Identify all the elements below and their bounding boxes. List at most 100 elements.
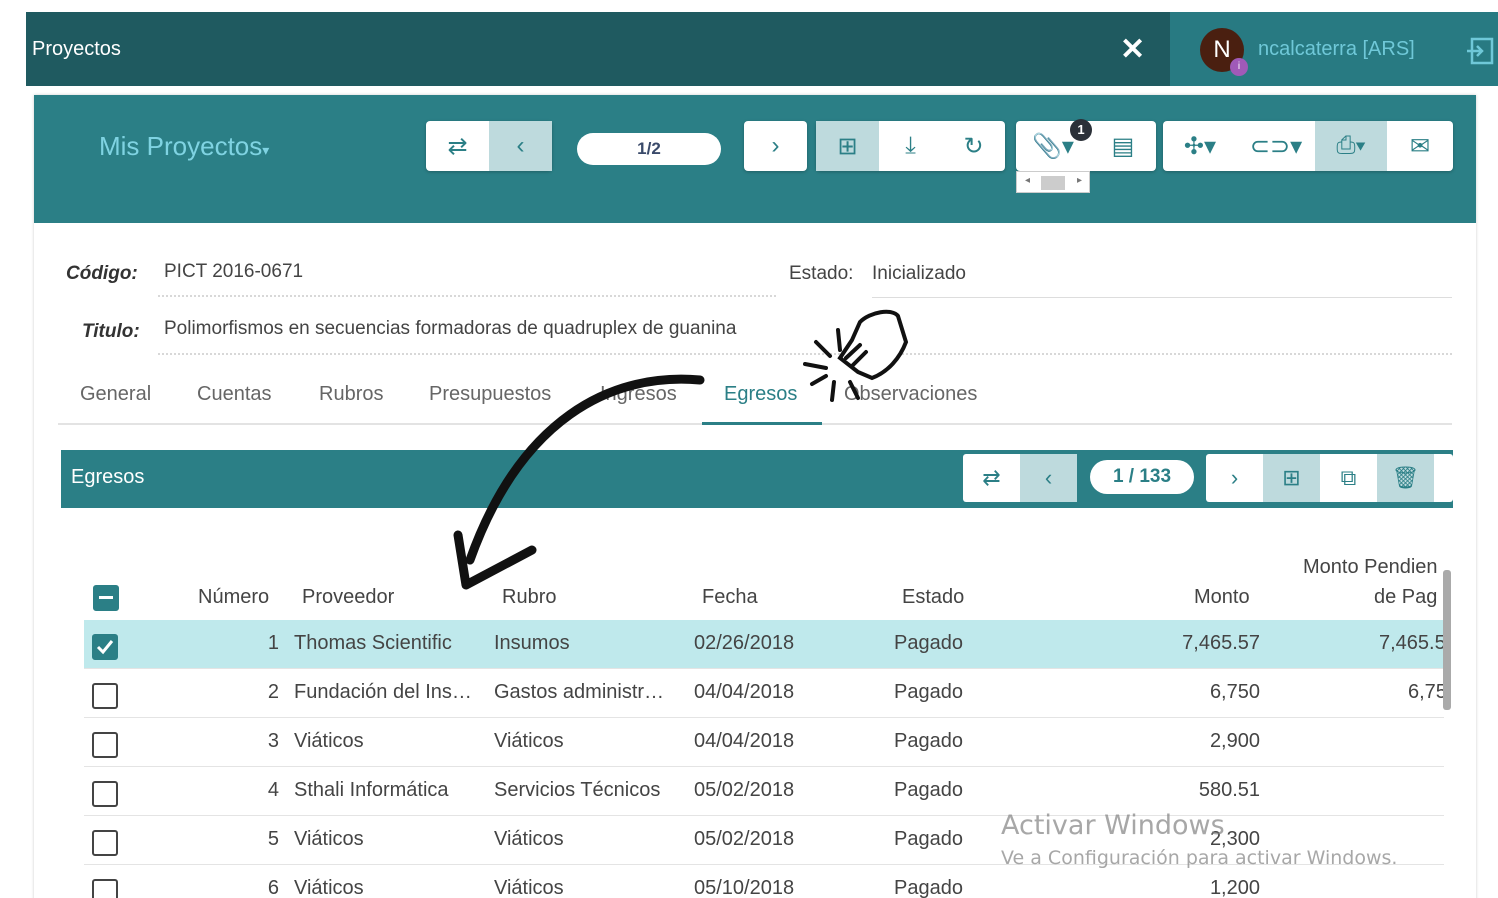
swap-icon[interactable]: ⇄ (963, 454, 1020, 502)
cell-rubro: Insumos (494, 632, 570, 654)
tab-egresos[interactable]: Egresos (724, 383, 797, 406)
mail-icon[interactable]: ✉ (1387, 121, 1453, 171)
table-row[interactable]: 4 Sthali Informática Servicios Técnicos … (84, 767, 1444, 816)
refresh-icon[interactable]: ↻ (942, 121, 1005, 171)
col-proveedor[interactable]: Proveedor (302, 586, 394, 609)
chevron-right-icon[interactable]: › (744, 121, 807, 171)
next-group: › (744, 121, 807, 171)
more-icon[interactable] (1434, 454, 1453, 502)
chevron-right-icon[interactable]: › (1206, 454, 1263, 502)
egresos-header: Egresos ⇄ ‹ 1 / 133 › ⊞ ⧉ 🗑 (61, 450, 1453, 508)
logout-icon[interactable] (1466, 36, 1496, 66)
col-monto-pendiente[interactable]: Monto Pendien (1303, 556, 1443, 579)
cell-monto: 1,200 (1209, 877, 1260, 898)
title-underline (158, 353, 1452, 355)
record-pager[interactable]: 1/2 (577, 133, 721, 165)
egresos-pager[interactable]: 1 / 133 (1090, 460, 1194, 494)
table-row[interactable]: 6 Viáticos Viáticos 05/10/2018 Pagado 1,… (84, 865, 1444, 898)
cell-monto: 580.51 (1198, 779, 1260, 801)
trash-icon[interactable]: 🗑 (1377, 454, 1434, 502)
app-title: Proyectos (32, 38, 121, 60)
cell-numero: 4 (267, 779, 279, 801)
cell-numero: 6 (267, 877, 279, 898)
cell-numero: 2 (267, 681, 279, 703)
table-scrollbar[interactable] (1443, 570, 1451, 710)
download-icon[interactable]: ⤓ (879, 121, 942, 171)
print-icon[interactable]: ⎙▾ (1315, 121, 1387, 171)
check-icon (96, 640, 114, 655)
swap-icon[interactable]: ⇄ (426, 121, 489, 171)
my-projects-label: Mis Proyectos (99, 131, 263, 161)
col-estado[interactable]: Estado (902, 586, 964, 609)
row-checkbox[interactable] (92, 732, 118, 758)
cell-numero: 1 (267, 632, 279, 654)
tab-rubros[interactable]: Rubros (319, 383, 383, 406)
code-underline (158, 295, 776, 297)
project-card: Mis Proyectos▾ ⇄ ‹ 1/2 › ⊞ ⤓ ↻ 📎▾ ▤ 1 ◂ … (34, 95, 1476, 898)
tab-ingresos[interactable]: Ingresos (600, 383, 677, 406)
cell-proveedor: Viáticos (294, 877, 364, 898)
col-monto[interactable]: Monto (1194, 586, 1250, 609)
row-checkbox[interactable] (92, 683, 118, 709)
table-row[interactable]: 3 Viáticos Viáticos 04/04/2018 Pagado 2,… (84, 718, 1444, 767)
row-checkbox[interactable] (92, 781, 118, 807)
avatar-status-dot: i (1230, 58, 1248, 76)
link-icon[interactable]: ⊂⊃▾ (1237, 121, 1315, 171)
chevron-left-icon[interactable]: ‹ (489, 121, 552, 171)
state-label: Estado: (789, 263, 854, 284)
egresos-actions-group: › ⊞ ⧉ 🗑 (1206, 454, 1453, 502)
cell-rubro: Viáticos (494, 730, 564, 752)
comment-icon[interactable]: ▤ (1090, 121, 1156, 171)
cell-fecha: 05/02/2018 (694, 779, 795, 801)
cell-proveedor: Thomas Scientific (294, 632, 452, 654)
cell-monto: 6,750 (1209, 681, 1260, 703)
add-icon[interactable]: ⊞ (816, 121, 879, 171)
egresos-nav-group: ⇄ ‹ (963, 454, 1077, 502)
col-fecha[interactable]: Fecha (702, 586, 758, 609)
cell-estado: Pagado (894, 730, 963, 752)
fan-icon[interactable]: ✣▾ (1163, 121, 1237, 171)
actions-group: ⊞ ⤓ ↻ (816, 121, 1005, 171)
watermark-title: Activar Windows (1001, 810, 1225, 841)
cell-fecha: 05/02/2018 (694, 828, 795, 850)
add-icon[interactable]: ⊞ (1263, 454, 1320, 502)
cell-fecha: 02/26/2018 (694, 632, 795, 654)
active-tab-indicator (702, 422, 822, 425)
col-monto-pendiente-2[interactable]: de Pag (1374, 586, 1444, 609)
chevron-left-icon[interactable]: ‹ (1020, 454, 1077, 502)
cell-proveedor: Fundación del Ins… (294, 681, 472, 703)
my-projects-dropdown[interactable]: Mis Proyectos▾ (99, 131, 269, 162)
cell-pendiente: 7,465.5 (1379, 632, 1444, 654)
cell-numero: 3 (267, 730, 279, 752)
cell-estado: Pagado (894, 779, 963, 801)
cell-estado: Pagado (894, 632, 963, 654)
cell-rubro: Viáticos (494, 828, 564, 850)
cell-proveedor: Viáticos (294, 828, 364, 850)
cell-numero: 5 (267, 828, 279, 850)
close-icon[interactable]: ✕ (1120, 32, 1145, 67)
tab-observaciones[interactable]: Observaciones (844, 383, 977, 406)
watermark-subtitle: Ve a Configuración para activar Windows. (1001, 847, 1398, 869)
cell-fecha: 04/04/2018 (694, 681, 795, 703)
table-row[interactable]: 2 Fundación del Ins… Gastos administr… 0… (84, 669, 1444, 718)
table-row[interactable]: 1 Thomas Scientific Insumos 02/26/2018 P… (84, 620, 1444, 669)
tab-cuentas[interactable]: Cuentas (197, 383, 272, 406)
cell-fecha: 05/10/2018 (694, 877, 795, 898)
open-external-icon[interactable]: ⧉ (1320, 454, 1377, 502)
tab-general[interactable]: General (80, 383, 151, 406)
row-checkbox[interactable] (92, 830, 118, 856)
code-label: Código: (66, 263, 138, 284)
row-checkbox[interactable] (92, 879, 118, 898)
username[interactable]: ncalcaterra [ARS] (1258, 38, 1415, 61)
user-box[interactable]: N i ncalcaterra [ARS] (1170, 12, 1498, 86)
row-checkbox[interactable] (92, 634, 118, 660)
nav-group: ⇄ ‹ (426, 121, 552, 171)
cell-fecha: 04/04/2018 (694, 730, 795, 752)
col-numero[interactable]: Número (198, 586, 269, 609)
mini-scrollbar[interactable]: ◂ ▸ (1016, 171, 1090, 193)
cell-monto: 7,465.57 (1182, 632, 1260, 654)
select-all-checkbox[interactable] (93, 585, 119, 611)
title-value: Polimorfismos en secuencias formadoras d… (164, 318, 737, 339)
col-rubro[interactable]: Rubro (502, 586, 556, 609)
tab-presupuestos[interactable]: Presupuestos (429, 383, 551, 406)
